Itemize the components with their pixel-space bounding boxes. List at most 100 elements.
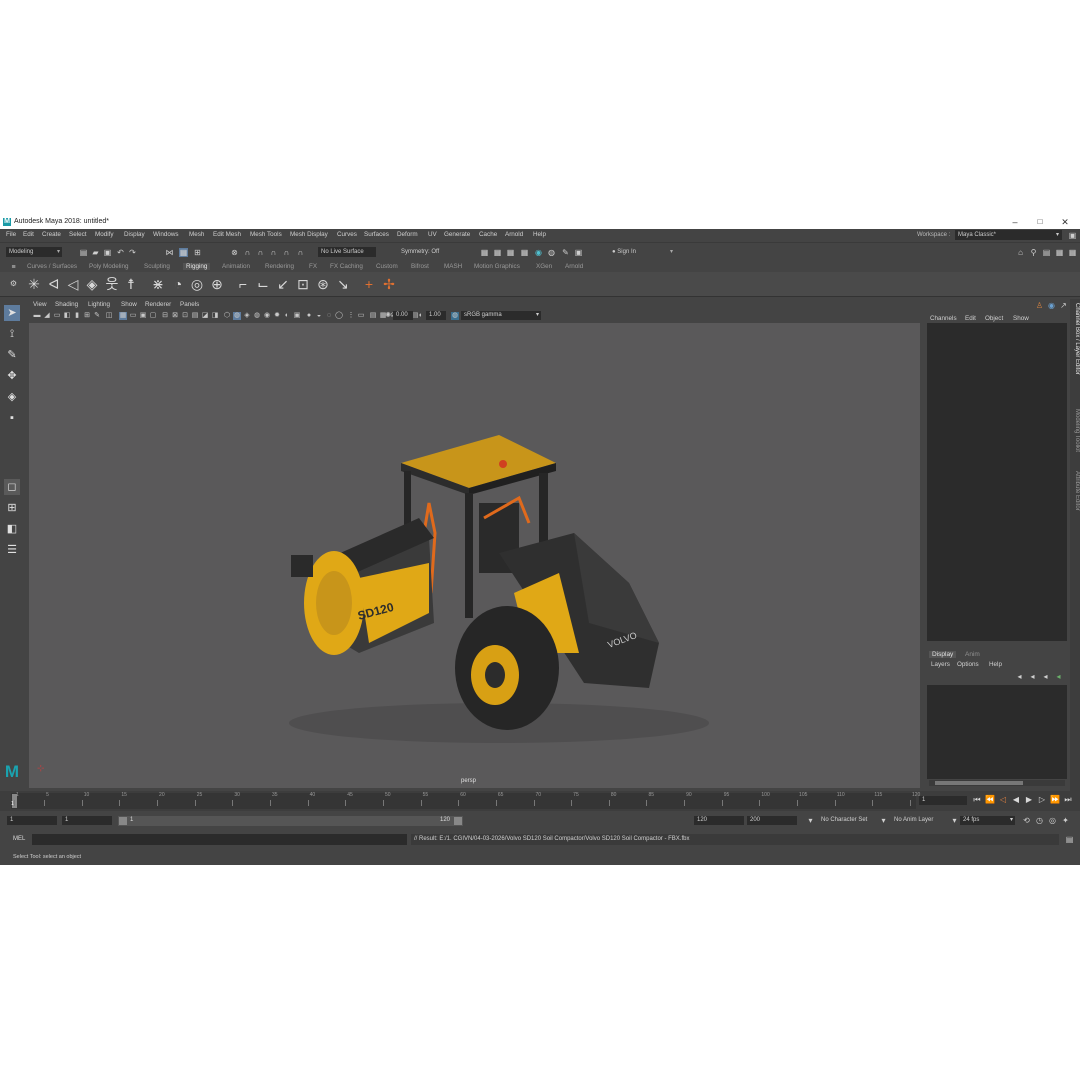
channel-list[interactable] (927, 323, 1067, 641)
tab-curves-surfaces[interactable]: Curves / Surfaces (27, 263, 77, 270)
xray-active-icon[interactable]: ◍ (253, 312, 261, 320)
bind-skin-icon[interactable]: ⋇ (150, 276, 166, 292)
light-icon[interactable]: ✹ (273, 312, 281, 320)
sound-icon[interactable]: ◎ (1048, 816, 1057, 825)
viewport-menu-panels[interactable]: Panels (180, 301, 199, 308)
menu-set-select[interactable]: Modeling ▾ (6, 247, 62, 257)
open-scene-icon[interactable]: ▰ (91, 248, 100, 257)
human-ik-icon[interactable]: ☨ (123, 276, 139, 292)
time-slider[interactable]: 1 1 5 10 15 20 25 30 35 40 45 50 55 60 65 70 75 80 85 90 95… (0, 791, 1080, 811)
menu-select[interactable]: Select (69, 231, 87, 238)
channels-object-menu[interactable]: Object (985, 315, 1003, 322)
quick-rig-icon[interactable]: 웃 (104, 276, 120, 292)
layer-scrollbar[interactable] (929, 780, 1065, 786)
camera-attributes-icon[interactable]: ▬ (33, 312, 41, 320)
attribute-editor-icon[interactable]: ▤ (1042, 248, 1051, 257)
point-constraint-icon[interactable]: ⊡ (295, 276, 311, 292)
xray-icon[interactable]: ◍ (233, 312, 241, 320)
new-scene-icon[interactable]: ▤ (79, 248, 88, 257)
viewport-menu-renderer[interactable]: Renderer (145, 301, 171, 308)
viewport-menu-shading[interactable]: Shading (55, 301, 78, 308)
exposure-field[interactable]: 0.00 (393, 311, 413, 320)
channels-show-menu[interactable]: Show (1013, 315, 1029, 322)
hud-icon[interactable]: ⋮ (347, 312, 355, 320)
character-controls-icon[interactable]: ⚲ (1029, 248, 1038, 257)
channel-box-sync-icon[interactable]: ◉ (1047, 301, 1056, 310)
render-frame-icon[interactable]: ▦ (493, 248, 502, 257)
move-tool-icon[interactable]: ✥ (4, 368, 20, 384)
lasso-tool-icon[interactable]: ⟟ (4, 326, 20, 342)
script-editor-icon[interactable]: ▤ (1065, 835, 1074, 844)
gamma-icon[interactable]: ◐ (417, 312, 425, 320)
menu-arnold[interactable]: Arnold (505, 231, 523, 238)
playback-end-field[interactable]: 120 (694, 816, 744, 825)
layers-help-menu[interactable]: Help (989, 661, 1002, 668)
step-forward-frame-icon[interactable]: ▷ (1037, 795, 1047, 805)
tab-modeling-toolkit[interactable]: Modeling Toolkit (1070, 409, 1080, 452)
command-input[interactable] (32, 834, 407, 845)
step-forward-key-icon[interactable]: ⏩ (1050, 795, 1060, 805)
menu-uv[interactable]: UV (428, 231, 437, 238)
outliner-layout-icon[interactable]: ☰ (4, 542, 20, 558)
go-to-end-icon[interactable]: ⏭ (1063, 795, 1073, 805)
create-joints-icon[interactable]: ✳ (26, 276, 42, 292)
render-history-icon[interactable]: ▦ (480, 248, 489, 257)
channel-box-lock-icon[interactable]: ♙ (1035, 301, 1044, 310)
tab-fx-caching[interactable]: FX Caching (330, 263, 363, 270)
use-all-lights-icon[interactable]: ⊟ (161, 312, 169, 320)
character-set-select[interactable]: No Character Set (818, 816, 878, 825)
smooth-shade-icon[interactable]: ▭ (129, 312, 137, 320)
tab-rigging[interactable]: Rigging (183, 263, 211, 270)
toggle-panel-icon[interactable]: ▣ (574, 248, 583, 257)
texture-icon[interactable]: ◌ (325, 312, 333, 320)
modeling-toolkit-icon[interactable]: ⌂ (1016, 248, 1025, 257)
interactive-bind-icon[interactable]: ⊕ (209, 276, 225, 292)
wireframe-icon[interactable]: ▦ (119, 312, 127, 320)
perspective-viewport[interactable]: VOLVO SD120 persp ⊹ (29, 323, 920, 788)
menu-mesh-display[interactable]: Mesh Display (290, 231, 328, 238)
fps-select[interactable]: 24 fps ▾ (960, 816, 1015, 825)
layers-menu[interactable]: Layers (931, 661, 950, 668)
symmetry-select[interactable]: Symmetry: Off (398, 247, 456, 257)
range-start-handle[interactable] (119, 817, 127, 825)
layer-scrollbar-thumb[interactable] (935, 781, 1023, 785)
menu-windows[interactable]: Windows (153, 231, 179, 238)
tab-display-layers[interactable]: Display (929, 651, 957, 658)
snap-grid-icon[interactable]: ⊗ (230, 248, 239, 257)
snap-live-icon[interactable]: ∩ (296, 248, 305, 257)
render-view-icon[interactable]: ◍ (547, 248, 556, 257)
workspace-lock-icon[interactable]: ▣ (1068, 231, 1077, 240)
ambient-occlusion-icon[interactable]: ◐ (283, 312, 291, 320)
script-language-label[interactable]: MEL (13, 836, 25, 842)
step-back-frame-icon[interactable]: ◁ (998, 795, 1008, 805)
preferences-icon[interactable]: ✦ (1061, 816, 1070, 825)
tab-channel-box-layer-editor[interactable]: Channel Box / Layer Editor (1070, 303, 1080, 375)
rotate-tool-icon[interactable]: ◈ (4, 389, 20, 405)
high-quality-icon[interactable]: ● (305, 312, 313, 320)
tab-anim-layers[interactable]: Anim (965, 651, 980, 658)
sign-in-button[interactable]: ● Sign In ▾ (609, 247, 675, 257)
menu-deform[interactable]: Deform (397, 231, 418, 238)
animation-end-field[interactable]: 200 (747, 816, 797, 825)
menu-modify[interactable]: Modify (95, 231, 114, 238)
minimize-button[interactable]: – (1005, 216, 1025, 228)
image-plane-icon[interactable]: ▭ (53, 312, 61, 320)
locator-icon[interactable]: + (361, 276, 377, 292)
animation-start-field[interactable]: 1 (7, 816, 57, 825)
tab-animation[interactable]: Animation (222, 263, 250, 270)
aim-constraint-icon[interactable]: ↘ (335, 276, 351, 292)
orient-constraint-icon[interactable]: ⊛ (315, 276, 331, 292)
smooth-bind-icon[interactable]: ◔ (170, 276, 186, 292)
xray-joints-icon[interactable]: ◈ (243, 312, 251, 320)
gamma-field[interactable]: 1.00 (426, 311, 446, 320)
grease-pencil-icon[interactable]: ▮ (73, 312, 81, 320)
layer-move-down-icon[interactable]: ◂ (1028, 672, 1037, 681)
tab-custom[interactable]: Custom (376, 263, 398, 270)
menu-file[interactable]: File (6, 231, 16, 238)
new-layer-selected-icon[interactable]: ◂ (1054, 672, 1063, 681)
insert-joint-icon[interactable]: ᐊ (46, 276, 62, 292)
channels-menu[interactable]: Channels (930, 315, 957, 322)
viewport-menu-lighting[interactable]: Lighting (88, 301, 110, 308)
tab-xgen[interactable]: XGen (536, 263, 552, 270)
layer-list[interactable] (927, 685, 1067, 779)
